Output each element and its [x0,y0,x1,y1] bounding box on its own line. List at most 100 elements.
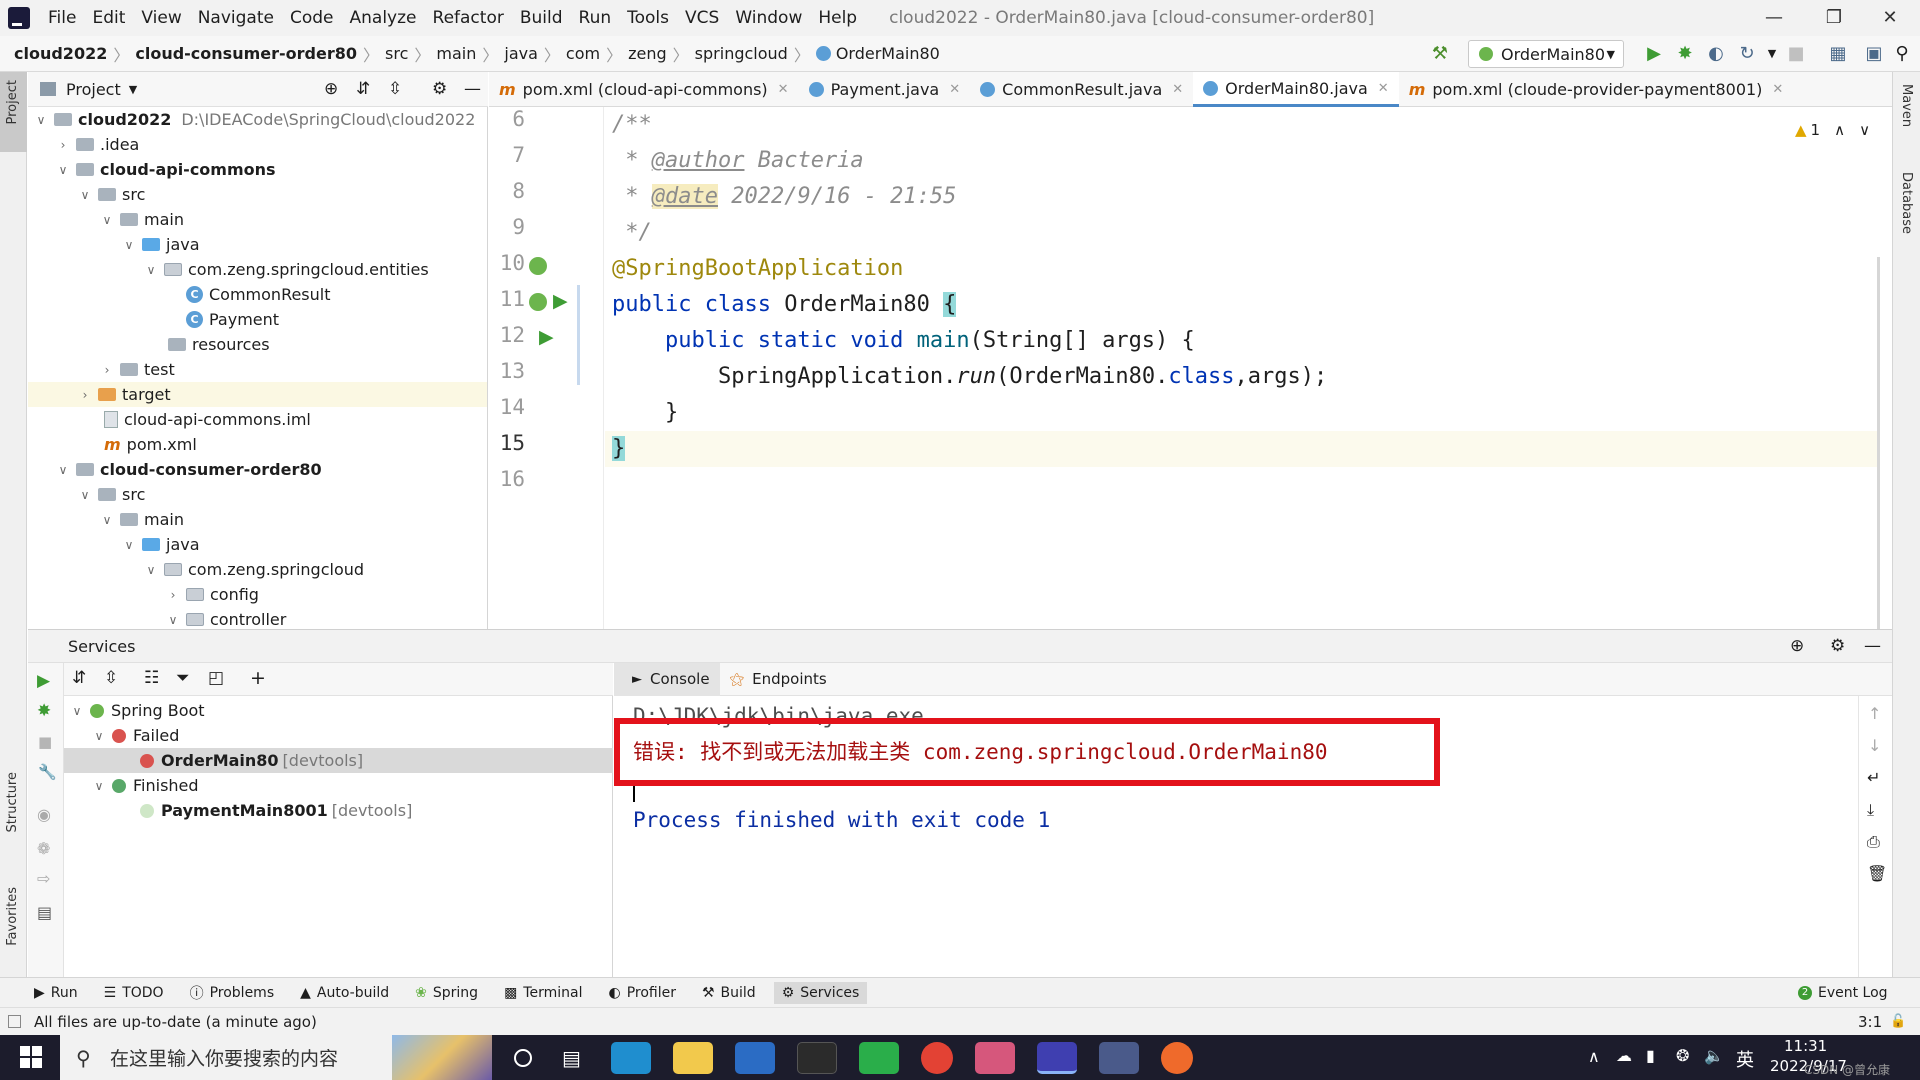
add-icon[interactable]: + [250,667,266,689]
clock-time[interactable]: 11:31 [1784,1037,1827,1055]
scroll-to-end-icon[interactable]: ⤓ [1867,800,1874,820]
locate-icon[interactable]: ⊕ [324,79,338,99]
spring-bean-icon[interactable] [529,257,547,275]
tab-endpoints[interactable]: ⚝ Endpoints [720,670,837,688]
new-tab-icon[interactable]: ◰ [208,668,224,688]
expand-all-icon[interactable]: ⇵ [356,79,370,99]
close-tab-icon[interactable]: ✕ [949,82,960,97]
stop-icon[interactable]: ■ [1786,44,1806,64]
tab-commonresult[interactable]: CommonResult.java ✕ [970,72,1193,107]
intellij-app-icon[interactable] [1036,1041,1077,1074]
wrench-icon[interactable]: 🔧 [38,763,57,781]
tool-spring[interactable]: ❀ Spring [415,985,478,1001]
breadcrumb-zeng[interactable]: zeng [628,44,667,63]
arrow-up-icon[interactable]: ↑ [1868,704,1881,723]
stop-icon[interactable]: ■ [38,733,52,751]
favorites-strip-label[interactable]: Favorites [5,887,20,946]
tree-item[interactable]: ∨ cloud-api-commons [28,157,487,182]
hide-icon[interactable]: — [1864,636,1881,656]
menu-help[interactable]: Help [810,0,865,36]
chevron-down-icon[interactable]: ∨ [1859,121,1870,139]
group-icon[interactable]: ☷ [144,668,159,688]
close-icon[interactable]: ✕ [1860,0,1920,36]
restore-icon[interactable]: ❐ [1804,0,1864,36]
run-icon[interactable]: ▶ [1644,44,1664,64]
add-service-icon[interactable]: ⊕ [1790,636,1804,656]
run-gutter-icon[interactable]: ▶ [553,290,568,312]
close-tab-icon[interactable]: ✕ [778,82,789,97]
soft-wrap-icon[interactable]: ↵ [1867,768,1880,787]
menu-file[interactable]: File [40,0,84,36]
tool-profiler[interactable]: ◐ Profiler [608,985,676,1001]
breadcrumb-src[interactable]: src [385,44,408,63]
tab-pom-provider-payment[interactable]: m pom.xml (cloude-provider-payment8001) ✕ [1399,72,1794,107]
tree-item[interactable]: › .idea [28,132,487,157]
structure-strip-label[interactable]: Structure [5,772,20,832]
breadcrumb-project[interactable]: cloud2022 [14,44,107,63]
service-group-failed[interactable]: ∨ Failed [64,723,613,748]
tree-item[interactable]: ∨ java [28,232,487,257]
battery-icon[interactable]: ▮ [1646,1046,1655,1065]
tree-item[interactable]: ∨ cloud2022 D:\IDEACode\SpringCloud\cloud2… [28,107,487,132]
chevron-up-icon[interactable]: ∧ [1588,1047,1600,1066]
settings-icon[interactable]: ❁ [37,839,50,858]
tab-ordermain80[interactable]: OrderMain80.java ✕ [1193,72,1399,107]
cortana-icon[interactable] [514,1048,532,1067]
expand-all-icon[interactable]: ⇵ [72,668,86,688]
project-structure-icon[interactable]: ▦ [1828,44,1848,64]
menu-analyze[interactable]: Analyze [342,0,425,36]
presentation-icon[interactable]: ▣ [1864,44,1884,64]
close-tab-icon[interactable]: ✕ [1172,82,1183,97]
collapse-all-icon[interactable]: ⇳ [104,668,118,688]
tab-console[interactable]: ► Console [614,662,720,696]
volume-icon[interactable]: 🔈 [1704,1046,1724,1065]
wechat-app-icon[interactable] [858,1041,899,1074]
run-icon[interactable]: ▶ [37,671,50,691]
menu-code[interactable]: Code [282,0,342,36]
tree-item[interactable]: ∨ cloud-consumer-order80 [28,457,487,482]
breadcrumb-main[interactable]: main [436,44,476,63]
chevron-up-icon[interactable]: ∧ [1834,121,1845,139]
close-tab-icon[interactable]: ✕ [1772,82,1783,97]
profile-icon[interactable]: ↻ [1737,44,1757,64]
print-icon[interactable]: ⎙ [1867,832,1880,852]
camera-icon[interactable]: ◉ [37,805,51,824]
lock-icon[interactable]: 🔓 [1890,1014,1906,1029]
chrome-app-icon[interactable] [920,1041,953,1074]
tree-item[interactable]: C Payment [28,307,487,332]
tree-item[interactable]: ∨ java [28,532,487,557]
wifi-icon[interactable]: ❂ [1676,1046,1689,1065]
close-tab-icon[interactable]: ✕ [1378,81,1389,96]
task-view-icon[interactable]: ▤ [562,1046,581,1070]
tree-item[interactable]: C CommonResult [28,282,487,307]
gear-icon[interactable]: ⚙ [432,79,447,99]
code-editor[interactable]: /** * @author Bacteria * @date 2022/9/16… [605,107,1880,629]
run-configuration-select[interactable]: OrderMain80 ▼ [1468,40,1624,68]
menu-window[interactable]: Window [727,0,810,36]
debug-icon[interactable]: ✸ [1675,44,1695,64]
project-panel-title[interactable]: Project [66,80,121,99]
tree-item[interactable]: ∨ controller [28,607,487,629]
file-explorer-icon[interactable] [672,1041,713,1074]
layout-icon[interactable]: ▤ [37,903,52,922]
tree-item[interactable]: m pom.xml [28,432,487,457]
run-gutter-icon[interactable]: ▶ [539,326,554,348]
tree-item[interactable]: ∨ main [28,507,487,532]
service-group-spring-boot[interactable]: ∨ Spring Boot [64,698,613,723]
menu-edit[interactable]: Edit [84,0,133,36]
status-toggle-icon[interactable] [8,1015,21,1028]
project-strip-button[interactable]: Project [0,72,27,152]
tab-pom-api-commons[interactable]: m pom.xml (cloud-api-commons) ✕ [489,72,799,107]
menu-run[interactable]: Run [571,0,620,36]
more-run-chevron-icon[interactable]: ▼ [1762,44,1782,64]
chevron-down-icon[interactable]: ▼ [129,83,137,96]
tree-item[interactable]: ∨ main [28,207,487,232]
menu-build[interactable]: Build [512,0,571,36]
store-app-icon[interactable] [734,1041,775,1074]
menu-vcs[interactable]: VCS [677,0,727,36]
notion-app-icon[interactable] [796,1041,837,1074]
tree-item[interactable]: ∨ src [28,482,487,507]
tree-item[interactable]: › test [28,357,487,382]
breadcrumb-java[interactable]: java [504,44,538,63]
editor-scrollbar[interactable] [1877,257,1880,629]
